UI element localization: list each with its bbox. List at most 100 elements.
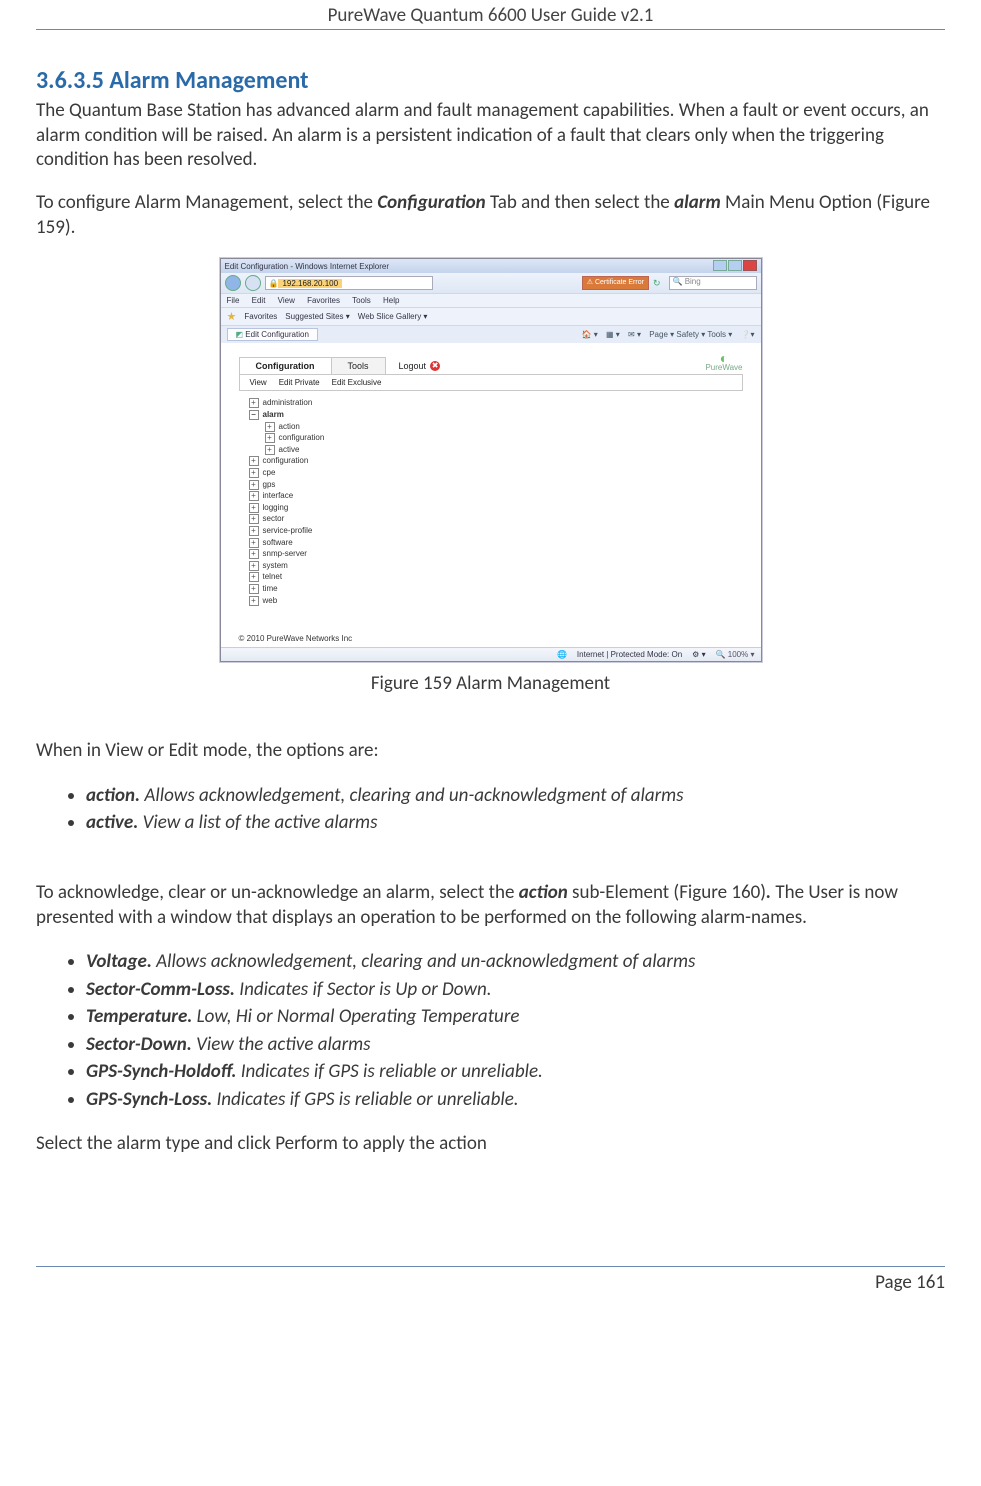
- expand-icon[interactable]: +: [249, 538, 259, 548]
- status-text: Internet | Protected Mode: On: [577, 650, 682, 659]
- expand-icon[interactable]: +: [249, 584, 259, 594]
- paragraph: To acknowledge, clear or un-acknowledge …: [36, 881, 945, 930]
- page-menu[interactable]: Page ▾ Safety ▾ Tools ▾: [649, 330, 732, 339]
- forward-button[interactable]: [245, 275, 261, 291]
- tree-node[interactable]: +configuration: [249, 455, 743, 467]
- suggested-sites-link[interactable]: Suggested Sites ▾: [285, 312, 350, 321]
- expand-icon[interactable]: +: [249, 491, 259, 501]
- tree-node-administration[interactable]: +administration: [249, 397, 743, 409]
- window-title: Edit Configuration - Windows Internet Ex…: [225, 262, 390, 271]
- figure: Edit Configuration - Windows Internet Ex…: [36, 258, 945, 662]
- tree-node[interactable]: +time: [249, 583, 743, 595]
- menu-edit[interactable]: Edit: [252, 296, 266, 305]
- tree-node-alarm[interactable]: −alarm: [249, 409, 743, 421]
- action-ref: action: [519, 881, 568, 904]
- help-icon[interactable]: ❔▾: [741, 330, 755, 339]
- tab-row: ◩ Edit Configuration 🏠 ▾ ▦ ▾ ✉ ▾ Page ▾ …: [221, 325, 761, 343]
- options-list-1: action. Allows acknowledgement, clearing…: [66, 782, 945, 837]
- tree-node[interactable]: +system: [249, 560, 743, 572]
- tree-node[interactable]: +gps: [249, 479, 743, 491]
- search-box[interactable]: 🔍 Bing: [669, 276, 757, 290]
- subtab-edit-exclusive[interactable]: Edit Exclusive: [332, 378, 382, 387]
- close-icon[interactable]: [743, 260, 757, 271]
- tree-node[interactable]: +telnet: [249, 571, 743, 583]
- refresh-icon[interactable]: ↻: [653, 278, 661, 289]
- browser-tab[interactable]: ◩ Edit Configuration: [227, 328, 318, 341]
- tab-tools[interactable]: Tools: [331, 357, 386, 374]
- certificate-error-button[interactable]: ⚠ Certificate Error: [582, 276, 649, 290]
- expand-icon[interactable]: +: [249, 549, 259, 559]
- tree-node[interactable]: +cpe: [249, 467, 743, 479]
- tree-node[interactable]: +interface: [249, 490, 743, 502]
- favorites-label[interactable]: Favorites: [244, 312, 277, 321]
- tree-node-action[interactable]: +action: [265, 421, 743, 433]
- menu-help[interactable]: Help: [383, 296, 399, 305]
- tree-node-active[interactable]: +active: [265, 444, 743, 456]
- window-titlebar: Edit Configuration - Windows Internet Ex…: [221, 259, 761, 273]
- brand-logo: ◐ PureWave: [705, 353, 742, 372]
- internet-zone-icon: 🌐: [557, 650, 567, 659]
- list-item: GPS-Synch-Holdoff. Indicates if GPS is r…: [86, 1058, 945, 1086]
- expand-icon[interactable]: +: [249, 596, 259, 606]
- section-number: 3.6.3.5: [36, 66, 104, 95]
- favorites-bar: ★ Favorites Suggested Sites ▾ Web Slice …: [221, 307, 761, 325]
- window-controls[interactable]: [712, 260, 757, 273]
- tree-node[interactable]: +sector: [249, 513, 743, 525]
- section-title: Alarm Management: [109, 66, 308, 95]
- expand-icon[interactable]: +: [249, 503, 259, 513]
- menu-view[interactable]: View: [278, 296, 295, 305]
- tree-node[interactable]: +snmp-server: [249, 548, 743, 560]
- section-heading: 3.6.3.5 Alarm Management: [36, 66, 945, 95]
- app-content: Configuration Tools Logout ✖ ◐ PureWave …: [221, 343, 761, 643]
- expand-icon[interactable]: +: [249, 572, 259, 582]
- expand-icon[interactable]: +: [265, 445, 275, 455]
- paragraph: The Quantum Base Station has advanced al…: [36, 99, 945, 173]
- feed-icon[interactable]: ▦ ▾: [606, 330, 620, 339]
- expand-icon[interactable]: +: [249, 398, 259, 408]
- tab-configuration[interactable]: Configuration: [239, 357, 332, 374]
- web-slice-link[interactable]: Web Slice Gallery ▾: [358, 312, 428, 321]
- subtab-view[interactable]: View: [250, 378, 267, 387]
- home-icon[interactable]: 🏠 ▾: [582, 330, 598, 339]
- menu-tools[interactable]: Tools: [352, 296, 371, 305]
- maximize-icon[interactable]: [728, 260, 742, 271]
- favorites-icon[interactable]: ★: [227, 310, 237, 323]
- back-button[interactable]: [225, 275, 241, 291]
- logout-icon: ✖: [430, 361, 440, 371]
- expand-icon[interactable]: +: [249, 468, 259, 478]
- mail-icon[interactable]: ✉ ▾: [628, 330, 641, 339]
- expand-icon[interactable]: +: [249, 480, 259, 490]
- menu-file[interactable]: File: [227, 296, 240, 305]
- list-item: GPS-Synch-Loss. Indicates if GPS is reli…: [86, 1086, 945, 1114]
- subtab-edit-private[interactable]: Edit Private: [279, 378, 320, 387]
- list-item: Temperature. Low, Hi or Normal Operating…: [86, 1003, 945, 1031]
- url-field[interactable]: 🔒 192.168.20.100: [265, 276, 433, 290]
- expand-icon[interactable]: +: [249, 456, 259, 466]
- paragraph: To configure Alarm Management, select th…: [36, 191, 945, 240]
- alarm-ref: alarm: [674, 191, 721, 214]
- nav-tree: +administration −alarm +action +configur…: [239, 397, 743, 606]
- subtab-row: View Edit Private Edit Exclusive: [239, 374, 743, 391]
- protected-mode-icon: ⚙ ▾: [692, 650, 705, 659]
- expand-icon[interactable]: +: [249, 561, 259, 571]
- expand-icon[interactable]: +: [265, 422, 275, 432]
- paragraph: Select the alarm type and click Perform …: [36, 1132, 945, 1157]
- browser-window: Edit Configuration - Windows Internet Ex…: [220, 258, 762, 662]
- expand-icon[interactable]: +: [249, 514, 259, 524]
- tree-node[interactable]: +service-profile: [249, 525, 743, 537]
- copyright-text: © 2010 PureWave Networks Inc: [239, 634, 743, 643]
- figure-caption: Figure 159 Alarm Management: [36, 672, 945, 695]
- tree-node[interactable]: +software: [249, 537, 743, 549]
- collapse-icon[interactable]: −: [249, 410, 259, 420]
- minimize-icon[interactable]: [713, 260, 727, 271]
- tree-node[interactable]: +web: [249, 595, 743, 607]
- tree-node[interactable]: +logging: [249, 502, 743, 514]
- expand-icon[interactable]: +: [249, 526, 259, 536]
- document-header: PureWave Quantum 6600 User Guide v2.1: [36, 0, 945, 30]
- expand-icon[interactable]: +: [265, 433, 275, 443]
- tree-node-configuration[interactable]: +configuration: [265, 432, 743, 444]
- command-bar: 🏠 ▾ ▦ ▾ ✉ ▾ Page ▾ Safety ▾ Tools ▾ ❔▾: [576, 330, 755, 339]
- logout-link[interactable]: Logout ✖: [399, 361, 441, 371]
- menu-favorites[interactable]: Favorites: [307, 296, 340, 305]
- zoom-control[interactable]: 🔍 100% ▾: [716, 650, 755, 659]
